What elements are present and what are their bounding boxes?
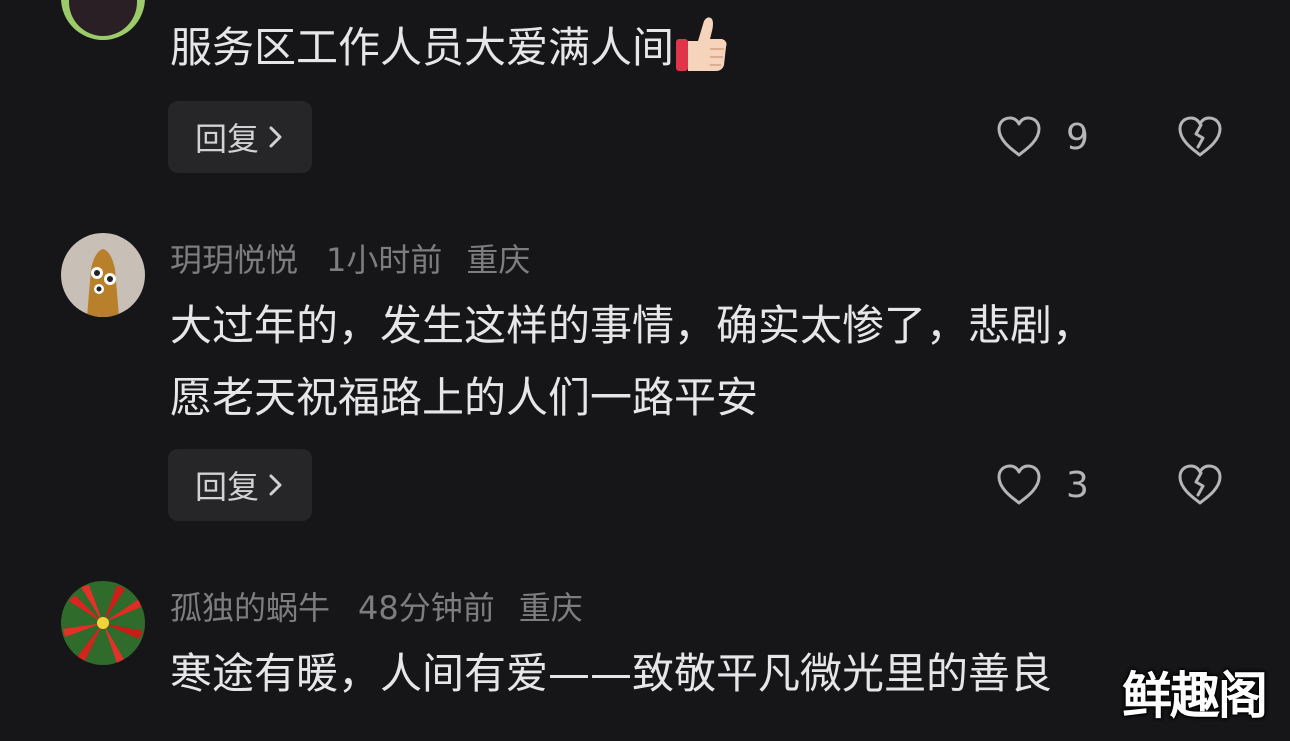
reply-label: 回复 [194,468,259,506]
comment-text: 大过年的，发生这样的事情，确实太惨了，悲剧， 愿老天祝福路上的人们一路平安 [170,290,1230,434]
like-button[interactable]: 9 [996,101,1089,173]
avatar[interactable] [61,0,145,40]
heart-icon [997,116,1041,157]
comment-meta: 玥玥悦悦 1小时前 重庆 [170,235,531,281]
heart-icon [997,464,1041,505]
dislike-button[interactable] [1176,449,1224,521]
like-count: 3 [1066,464,1089,506]
comment-list: 服务区工作人员大爱满人间 回复 9 玥玥悦悦 1小时前 重庆 大过年的，发生这样… [0,0,1290,741]
dislike-button[interactable] [1176,101,1224,173]
comment-text: 服务区工作人员大爱满人间 [170,12,1230,84]
chevron-right-icon [269,474,282,496]
location: 重庆 [518,589,583,627]
comment-body: 服务区工作人员大爱满人间 [170,23,675,72]
avatar[interactable] [61,581,145,665]
username[interactable]: 孤独的蜗牛 [170,583,330,629]
like-button[interactable]: 3 [996,449,1089,521]
reply-button[interactable]: 回复 [168,101,312,173]
comment-text: 寒途有暖，人间有爱——致敬平凡微光里的善良 [170,638,1230,710]
location: 重庆 [466,241,531,279]
avatar[interactable] [61,233,145,317]
timestamp: 1小时前 [326,241,443,279]
watermark: 鲜趣阁 [1122,667,1268,725]
like-count: 9 [1066,116,1089,158]
comment-line: 愿老天祝福路上的人们一路平安 [170,373,759,422]
comment-body: 寒途有暖，人间有爱——致敬平凡微光里的善良 [170,649,1053,698]
comment-meta: 孤独的蜗牛 48分钟前 重庆 [170,583,583,629]
chevron-right-icon [269,126,282,148]
username[interactable]: 玥玥悦悦 [170,235,298,281]
broken-heart-icon [1178,464,1222,505]
reply-button[interactable]: 回复 [168,449,312,521]
timestamp: 48分钟前 [358,589,495,627]
thumbs-up-icon [674,15,730,75]
comment-line: 大过年的，发生这样的事情，确实太惨了，悲剧， [170,301,1095,350]
reply-label: 回复 [194,120,259,158]
broken-heart-icon [1178,116,1222,157]
